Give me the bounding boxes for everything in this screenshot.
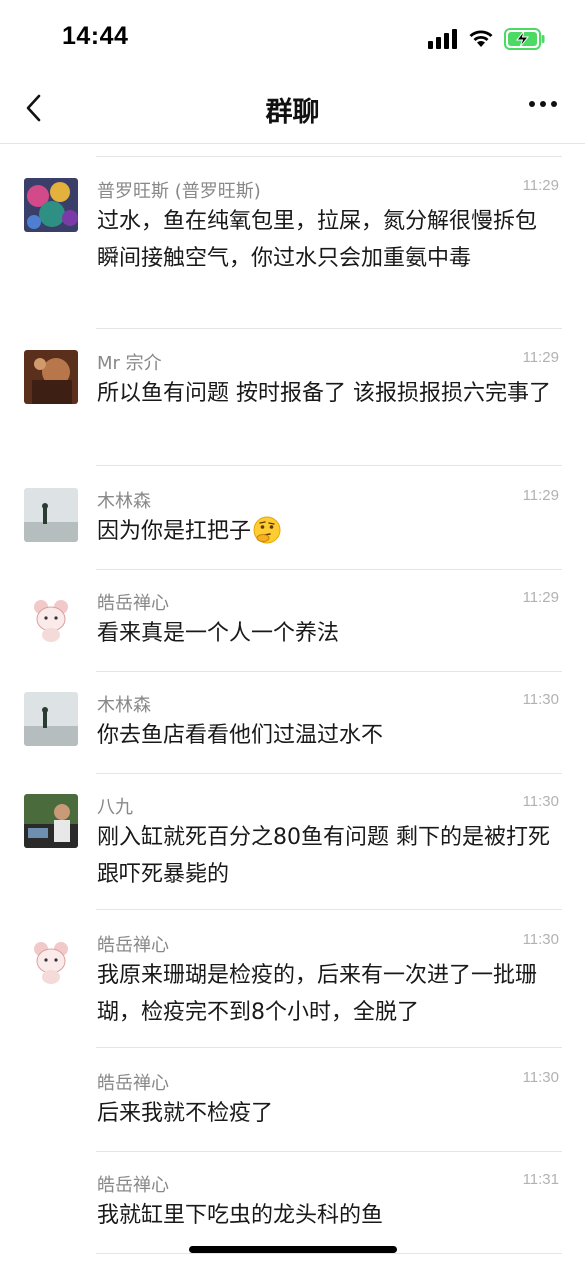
- message-text: 所以鱼有问题 按时报备了 该报损报损六完事了: [97, 381, 551, 406]
- status-bar: 14:44: [0, 0, 585, 76]
- divider: [96, 1253, 562, 1254]
- sender-name: 皓岳禅心: [97, 593, 169, 614]
- chat-title: 群聊: [265, 97, 320, 128]
- wifi-icon: [469, 30, 493, 47]
- divider: [96, 671, 562, 672]
- sender-name: 皓岳禅心: [97, 1073, 169, 1094]
- message-text: 因为你是扛把子: [97, 513, 557, 550]
- divider: [96, 909, 562, 910]
- message-text: 我就缸里下吃虫的龙头科的鱼: [97, 1203, 384, 1228]
- divider: [96, 465, 562, 466]
- home-indicator[interactable]: [189, 1246, 397, 1253]
- avatar[interactable]: [24, 932, 78, 986]
- divider: [96, 328, 562, 329]
- status-time: 14:44: [62, 22, 129, 50]
- divider: [96, 156, 562, 157]
- more-button[interactable]: [527, 98, 559, 110]
- thinking-face-emoji: [253, 516, 281, 544]
- sender-name: 木林森: [97, 695, 151, 716]
- message-time: 11:29: [522, 487, 559, 504]
- message-text: 看来真是一个人一个养法: [97, 621, 340, 646]
- message-text-content: 因为你是扛把子: [97, 519, 252, 544]
- divider: [96, 1151, 562, 1152]
- battery-charging-icon: [504, 28, 545, 50]
- message-time: 11:29: [522, 589, 559, 606]
- avatar[interactable]: [24, 692, 78, 746]
- divider: [96, 569, 562, 570]
- avatar[interactable]: [24, 178, 78, 232]
- sender-name: 皓岳禅心: [97, 1175, 169, 1196]
- nav-bar: 群聊: [0, 76, 585, 144]
- divider: [96, 1047, 562, 1048]
- sender-name: Mr 宗介: [97, 353, 162, 374]
- message-time: 11:30: [522, 691, 559, 708]
- message-text: 过水，鱼在纯氧包里，拉屎，氮分解很慢拆包瞬间接触空气，你过水只会加重氨中毒: [97, 209, 538, 271]
- sender-name: 木林森: [97, 491, 151, 512]
- message-time: 11:31: [522, 1171, 559, 1188]
- message-time: 11:30: [522, 793, 559, 810]
- avatar[interactable]: [24, 488, 78, 542]
- avatar[interactable]: [24, 794, 78, 848]
- message-time: 11:30: [522, 1069, 559, 1086]
- message-time: 11:29: [522, 177, 559, 194]
- message-text: 你去鱼店看看他们过温过水不: [97, 723, 384, 748]
- signal-icon: [428, 29, 457, 49]
- avatar[interactable]: [24, 590, 78, 644]
- message-time: 11:30: [522, 931, 559, 948]
- sender-name: 八九: [97, 797, 133, 818]
- message-text: 刚入缸就死百分之80鱼有问题 剩下的是被打死跟吓死暴毙的: [97, 825, 550, 887]
- message-text: 我原来珊瑚是检疫的，后来有一次进了一批珊瑚，检疫完不到8个小时，全脱了: [97, 963, 538, 1025]
- avatar[interactable]: [24, 350, 78, 404]
- sender-name: 皓岳禅心: [97, 935, 169, 956]
- sender-name: 普罗旺斯 (普罗旺斯): [97, 181, 261, 202]
- message-time: 11:29: [522, 349, 559, 366]
- message-text: 后来我就不检疫了: [97, 1101, 274, 1126]
- divider: [96, 773, 562, 774]
